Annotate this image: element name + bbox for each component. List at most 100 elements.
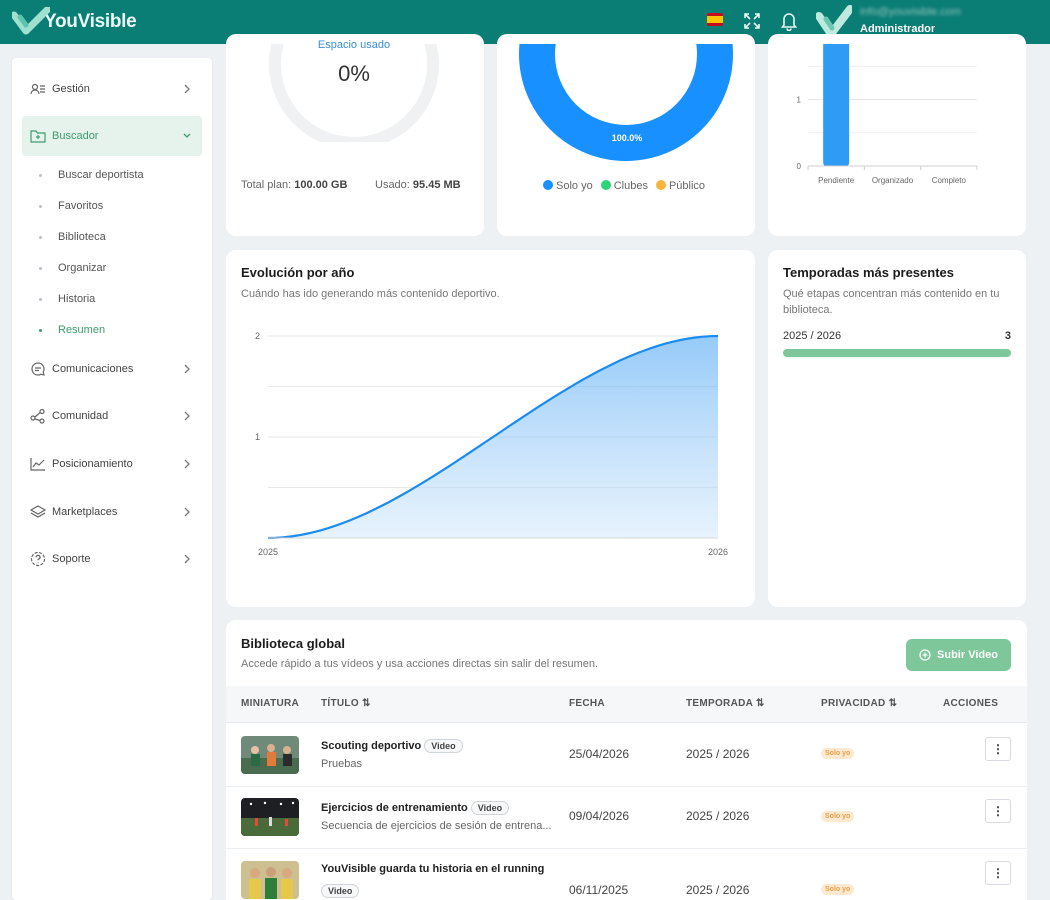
bell-icon[interactable] xyxy=(780,11,798,31)
row-divider xyxy=(226,786,1027,787)
legend-item-solo-yo[interactable]: Solo yo xyxy=(543,180,593,192)
row-title[interactable]: YouVisible guarda tu historia en el runn… xyxy=(321,863,544,875)
user-email: info@youvisible.com xyxy=(860,6,962,18)
row-actions-button[interactable]: ⋮ xyxy=(985,861,1011,885)
column-header-privacidad[interactable]: PRIVACIDAD ⇅ xyxy=(821,698,897,709)
x-tick-label: Organizado xyxy=(872,176,914,185)
subitem-label: Buscar deportista xyxy=(58,169,144,181)
x-tick-label: 2026 xyxy=(708,547,728,557)
kebab-menu-icon: ⋮ xyxy=(992,866,1004,880)
subitem-resumen[interactable]: Resumen xyxy=(22,318,202,342)
row-title[interactable]: Scouting deportivo Video xyxy=(321,739,463,753)
spain-flag-icon[interactable] xyxy=(707,13,723,26)
sidebar-item-soporte[interactable]: Soporte xyxy=(22,539,202,579)
sidebar-item-comunidad[interactable]: Comunidad xyxy=(22,396,202,436)
seasons-subtitle: Qué etapas concentran más contenido en t… xyxy=(783,288,1000,316)
plan-total-value: 100.00 GB xyxy=(294,179,348,191)
row-title-text: Ejercicios de entrenamiento xyxy=(321,802,468,814)
sidebar-item-marketplaces[interactable]: Marketplaces xyxy=(22,492,202,532)
row-title-text: Scouting deportivo xyxy=(321,740,422,752)
bullet-icon xyxy=(39,328,42,332)
row-actions-button[interactable]: ⋮ xyxy=(985,799,1011,823)
legend-item-publico[interactable]: Público xyxy=(655,180,706,192)
sidebar-item-gestion[interactable]: Gestión xyxy=(22,69,202,109)
subitem-label: Historia xyxy=(58,293,96,305)
column-header-label: TEMPORADA xyxy=(686,698,753,709)
bullet-icon xyxy=(39,297,42,301)
legend-swatch xyxy=(655,180,666,190)
column-header-fecha: FECHA xyxy=(569,698,605,709)
season-count: 3 xyxy=(1004,330,1011,342)
subitem-buscar-deportista[interactable]: Buscar deportista xyxy=(22,163,202,187)
x-tick-label: 2025 xyxy=(258,547,278,557)
type-badge: Video xyxy=(424,739,463,753)
line-chart-icon xyxy=(30,458,45,471)
library-title: Biblioteca global xyxy=(241,636,346,651)
library-subtitle: Accede rápido a tus vídeos y usa accione… xyxy=(241,658,599,670)
chevron-right-icon xyxy=(184,84,190,94)
column-header-titulo[interactable]: TÍTULO ⇅ xyxy=(321,698,371,709)
subitem-historia[interactable]: Historia xyxy=(22,287,202,311)
sidebar-item-label: Comunidad xyxy=(52,410,109,422)
row-season: 2025 / 2026 xyxy=(686,883,750,897)
legend-label: Clubes xyxy=(613,180,648,192)
legend-item-clubes[interactable]: Clubes xyxy=(600,180,648,192)
row-title[interactable]: Ejercicios de entrenamiento Video xyxy=(321,801,510,815)
fullscreen-icon[interactable] xyxy=(743,12,761,30)
video-thumbnail[interactable] xyxy=(241,736,299,774)
video-thumbnail[interactable] xyxy=(241,798,299,836)
column-header-label: PRIVACIDAD xyxy=(821,698,886,709)
privacy-badge: Solo yo xyxy=(821,884,855,895)
logo[interactable]: YouVisible xyxy=(12,5,137,39)
brand-name: YouVisible xyxy=(44,11,137,32)
evolution-subtitle: Cuándo has ido generando más contenido d… xyxy=(241,288,500,300)
evolution-area-chart: 1 2 2025 2026 xyxy=(255,331,728,557)
privacy-legend: Solo yo Clubes Público xyxy=(543,180,705,192)
subitem-biblioteca[interactable]: Biblioteca xyxy=(22,225,202,249)
privacy-badge: Solo yo xyxy=(821,748,855,759)
row-season: 2025 / 2026 xyxy=(686,747,750,761)
storage-donut xyxy=(269,44,439,142)
privacy-donut-chart xyxy=(519,44,733,161)
row-actions-button[interactable]: ⋮ xyxy=(985,737,1011,761)
donut-data-label: 100.0% xyxy=(611,133,643,143)
row-date: 09/04/2026 xyxy=(569,809,630,823)
seasons-title: Temporadas más presentes xyxy=(783,265,954,280)
bullet-icon xyxy=(39,173,42,177)
chevron-down-icon xyxy=(183,133,191,138)
season-label: 2025 / 2026 xyxy=(783,330,842,342)
upload-label: Subir Video xyxy=(937,649,998,661)
chevron-right-icon xyxy=(184,364,190,374)
bullet-icon xyxy=(39,204,42,208)
sidebar-item-comunicaciones[interactable]: Comunicaciones xyxy=(22,349,202,389)
plan-used: Usado: 95.45 MB xyxy=(375,179,461,191)
subitem-favoritos[interactable]: Favoritos xyxy=(22,194,202,218)
status-bar-chart: 0 1 Pendiente Organizado Completo xyxy=(797,44,978,185)
subitem-organizar[interactable]: Organizar xyxy=(22,256,202,280)
row-meta: Video xyxy=(321,884,360,898)
upload-video-button[interactable]: Subir Video xyxy=(906,639,1011,671)
season-progress-bar xyxy=(783,349,1011,357)
bar-pendiente xyxy=(823,44,850,166)
bullet-icon xyxy=(39,266,42,270)
storage-label: Espacio usado xyxy=(317,39,391,51)
chevron-right-icon xyxy=(184,459,190,469)
evolution-title: Evolución por año xyxy=(241,265,355,280)
type-badge: Video xyxy=(470,801,510,815)
legend-swatch xyxy=(600,180,611,190)
sidebar-item-posicionamiento[interactable]: Posicionamiento xyxy=(22,444,202,484)
plan-used-label: Usado: xyxy=(375,179,410,191)
row-date: 25/04/2026 xyxy=(569,747,630,761)
video-thumbnail[interactable] xyxy=(241,861,299,899)
share-nodes-icon xyxy=(30,408,45,424)
column-header-temporada[interactable]: TEMPORADA ⇅ xyxy=(686,698,765,709)
privacy-badge: Solo yo xyxy=(821,811,855,822)
subitem-label: Organizar xyxy=(58,262,107,274)
y-tick-label: 0 xyxy=(797,162,802,171)
y-tick-label: 2 xyxy=(255,331,260,341)
legend-label: Público xyxy=(668,180,706,192)
plan-total: Total plan: 100.00 GB xyxy=(241,179,347,191)
pie-slice-solo-yo xyxy=(519,44,733,161)
sidebar-item-buscador[interactable]: Buscador xyxy=(22,116,202,156)
sidebar-item-label: Gestión xyxy=(52,83,90,95)
